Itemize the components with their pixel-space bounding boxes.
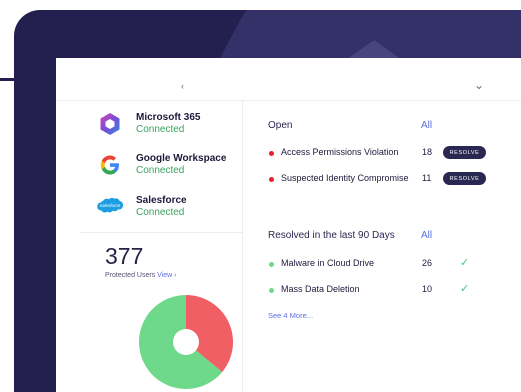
open-section-title: Open: [268, 120, 293, 131]
open-alert-row: Access Permissions Violation 18 RESOLVE: [268, 146, 508, 162]
protected-users-label: Protected Users View ›: [105, 272, 176, 279]
open-all-link[interactable]: All: [421, 120, 432, 131]
alert-count: 26: [422, 258, 433, 268]
resolved-status-dot: [269, 288, 274, 293]
pie-center-hole: [173, 329, 199, 355]
integration-microsoft-365[interactable]: Microsoft 365 Connected: [96, 110, 200, 138]
alert-label: Access Permissions Violation: [281, 147, 399, 157]
salesforce-wordmark: salesforce: [99, 203, 121, 208]
resolve-button[interactable]: RESOLVE: [443, 172, 486, 185]
check-icon: ✓: [460, 283, 470, 295]
resolved-alert-row: Malware in Cloud Drive 26 ✓: [268, 257, 508, 273]
protected-users-count: 377: [105, 243, 144, 269]
integration-name: Salesforce: [136, 195, 187, 206]
resolved-section-title: Resolved in the last 90 Days: [268, 230, 395, 241]
dashboard-card: ‹ ⌄ Microsoft 365 Connected Google Works…: [56, 58, 521, 392]
chevron-down-icon[interactable]: ⌄: [474, 78, 484, 92]
protected-users-caption: Protected Users: [105, 272, 156, 279]
alert-label: Mass Data Deletion: [281, 284, 360, 294]
integration-salesforce[interactable]: salesforce Salesforce Connected: [96, 193, 187, 221]
open-status-dot: [269, 151, 274, 156]
alert-label: Suspected Identity Compromise: [281, 173, 409, 183]
panel-divider: [80, 232, 242, 233]
check-icon: ✓: [460, 257, 470, 269]
alert-count: 11: [422, 173, 432, 183]
microsoft-365-icon: [96, 110, 124, 138]
alert-label: Malware in Cloud Drive: [281, 258, 375, 268]
resolved-all-link[interactable]: All: [421, 230, 432, 241]
see-more-link[interactable]: See 4 More...: [268, 311, 313, 320]
salesforce-icon: salesforce: [96, 193, 124, 221]
header-mark: ‹: [181, 81, 184, 91]
integration-status: Connected: [136, 124, 185, 135]
integration-status: Connected: [136, 207, 185, 218]
integration-name: Google Workspace: [136, 153, 227, 164]
view-users-link[interactable]: View ›: [157, 272, 176, 279]
background-accent-line: [0, 78, 58, 81]
resolved-status-dot: [269, 262, 274, 267]
resolved-alert-row: Mass Data Deletion 10 ✓: [268, 283, 508, 299]
resolve-button[interactable]: RESOLVE: [443, 146, 486, 159]
integration-google-workspace[interactable]: Google Workspace Connected: [96, 151, 226, 179]
alerts-panel: Open All Access Permissions Violation 18…: [268, 100, 521, 392]
open-status-dot: [269, 177, 274, 182]
card-header: ‹ ⌄: [56, 58, 521, 101]
google-icon: [96, 151, 124, 179]
integration-status: Connected: [136, 165, 185, 176]
integrations-panel: Microsoft 365 Connected Google Workspace…: [80, 100, 243, 392]
alert-count: 18: [422, 147, 433, 157]
open-alert-row: Suspected Identity Compromise 11 RESOLVE: [268, 172, 508, 188]
protection-pie-chart: [138, 295, 233, 389]
alert-count: 10: [422, 284, 433, 294]
integration-name: Microsoft 365: [136, 112, 201, 123]
